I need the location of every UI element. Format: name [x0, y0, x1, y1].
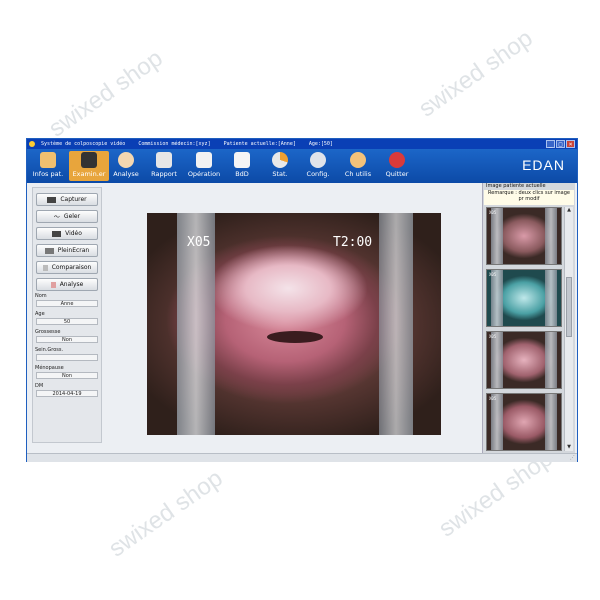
toolbar-rapport[interactable]: Rapport — [144, 151, 184, 181]
video-button[interactable]: Vidéo — [36, 227, 98, 240]
capture-button[interactable]: Capturer — [36, 193, 98, 206]
app-window: Système de colposcopie vidéo Commission … — [26, 138, 578, 462]
fullscreen-icon — [44, 247, 54, 254]
film-icon — [52, 230, 62, 237]
status-bar: ⋰ — [27, 453, 577, 462]
field-value-dm: 2014-04-19 — [36, 390, 98, 397]
resize-grip-icon[interactable]: ⋰ — [570, 455, 575, 461]
doctor-info: Commission médecin:[xyz] — [138, 141, 211, 147]
captured-images-panel: Image patiente actuelle Remarque : deux … — [482, 183, 575, 453]
minimize-button[interactable]: _ — [546, 140, 555, 148]
thumbnail[interactable]: X05 — [486, 393, 562, 451]
toolbar-operation[interactable]: Opération — [184, 151, 224, 181]
field-label-grossesse: Grossesse — [35, 329, 61, 335]
watermark: swixed shop — [103, 464, 228, 563]
maximize-button[interactable]: □ — [556, 140, 565, 148]
title-bar: Système de colposcopie vidéo Commission … — [27, 139, 577, 149]
panel-remark: Remarque : deux clics sur image pr modif — [484, 190, 574, 205]
compare-icon — [42, 264, 48, 271]
live-video-view[interactable]: X05 T2:00 — [147, 213, 441, 435]
printer-icon — [156, 152, 172, 168]
panel-header: Image patiente actuelle — [486, 183, 546, 189]
cervical-os — [267, 331, 323, 343]
database-icon — [234, 152, 250, 168]
toolbar-stat[interactable]: Stat. — [260, 151, 300, 181]
users-icon — [350, 152, 366, 168]
watermark: swixed shop — [413, 24, 538, 123]
window-title: Système de colposcopie vidéo — [41, 141, 126, 147]
toolbar-ch-utilis[interactable]: Ch utilis — [338, 151, 378, 181]
toolbar-config[interactable]: Config. — [298, 151, 338, 181]
compare-button[interactable]: Comparaison — [36, 261, 98, 274]
patient-info: Patiente actuelle:[Anne] — [223, 141, 296, 147]
thumbnail[interactable]: X05 — [486, 331, 562, 389]
document-icon — [196, 152, 212, 168]
pie-chart-icon — [272, 152, 288, 168]
field-value-sein-gross — [36, 354, 98, 361]
doctor-icon — [118, 152, 134, 168]
thumbnail[interactable]: X05 — [486, 207, 562, 265]
gear-icon — [310, 152, 326, 168]
fullscreen-button[interactable]: PleinEcran — [36, 244, 98, 257]
field-label-menopause: Ménopause — [35, 365, 64, 371]
main-toolbar: Infos pat. Examin.er Analyse Rapport Opé… — [27, 149, 577, 183]
sidebar: Capturer 〜 Geler Vidéo PleinEcran Compara… — [32, 187, 102, 443]
field-label-age: Age — [35, 311, 45, 317]
close-button[interactable]: × — [566, 140, 575, 148]
field-label-sein-gross: Sein.Gross. — [35, 347, 64, 353]
field-value-grossesse: Non — [36, 336, 98, 343]
freeze-button[interactable]: 〜 Geler — [36, 210, 98, 223]
field-value-age: 50 — [36, 318, 98, 325]
timer-overlay: T2:00 — [333, 235, 373, 250]
brand-logo: EDAN — [522, 157, 565, 173]
toolbar-analyse[interactable]: Analyse — [106, 151, 146, 181]
toolbar-quitter[interactable]: Quitter — [377, 151, 417, 181]
speculum-right — [379, 213, 413, 435]
patient-info-icon — [40, 152, 56, 168]
field-value-menopause: Non — [36, 372, 98, 379]
toolbar-infos-pat[interactable]: Infos pat. — [28, 151, 68, 181]
toolbar-bdd[interactable]: BdD — [222, 151, 262, 181]
field-label-nom: Nom — [35, 293, 47, 299]
scroll-up-icon[interactable]: ▲ — [565, 207, 573, 214]
app-icon — [29, 140, 35, 147]
wave-icon: 〜 — [53, 214, 60, 221]
thumbnail[interactable]: X05 — [486, 269, 562, 327]
scroll-down-icon[interactable]: ▼ — [565, 444, 573, 451]
toolbar-examiner[interactable]: Examin.er — [69, 151, 109, 181]
quit-icon — [389, 152, 405, 168]
scrollbar-thumb[interactable] — [566, 277, 572, 337]
analyse-button[interactable]: Analyse — [36, 278, 98, 291]
field-value-nom: Anne — [36, 300, 98, 307]
thumbnail-scrollbar[interactable]: ▲ ▼ — [564, 207, 573, 451]
field-label-dm: DM — [35, 383, 44, 389]
camera-icon — [81, 152, 97, 168]
watermark: swixed shop — [43, 44, 168, 143]
analyse-icon — [50, 281, 56, 288]
zoom-overlay: X05 — [187, 235, 211, 250]
age-info: Age:[50] — [308, 141, 333, 147]
camera-icon — [47, 196, 57, 203]
